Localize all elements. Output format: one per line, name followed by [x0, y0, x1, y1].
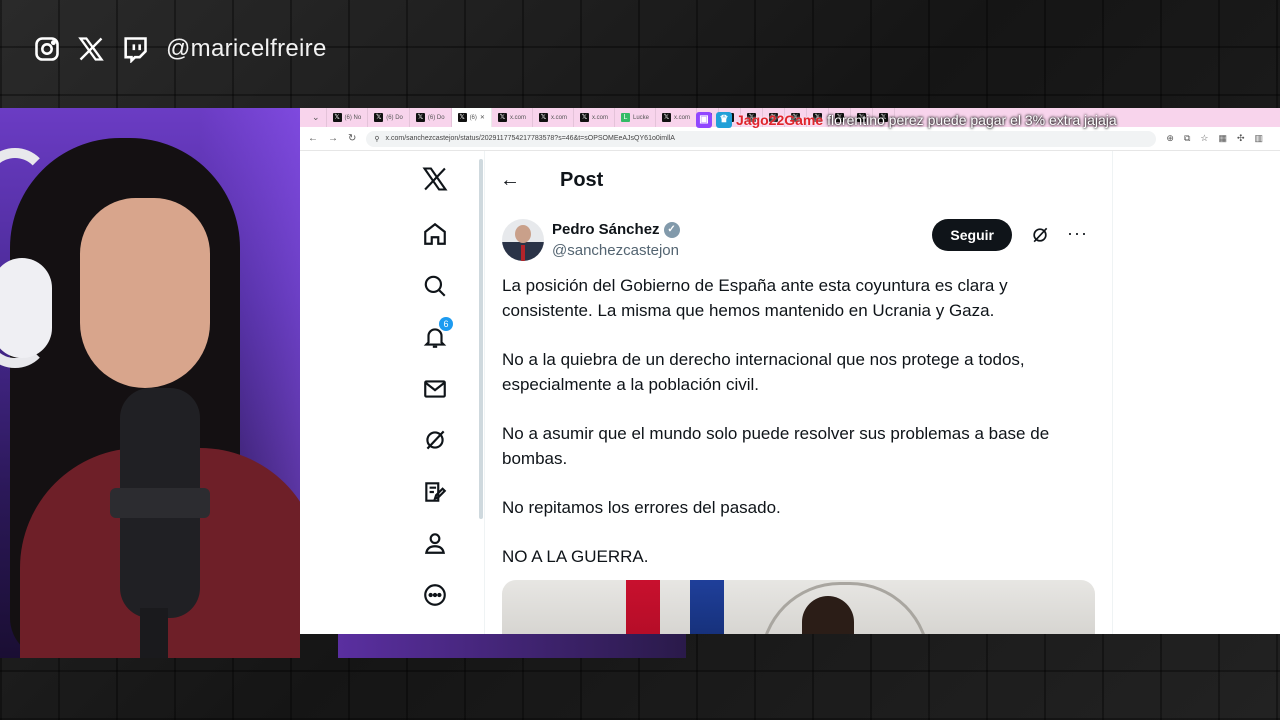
url-text: x.com/sanchezcastejon/status/20291177542…	[385, 135, 675, 142]
sidepanel-icon[interactable]: ▥	[1255, 133, 1264, 144]
instagram-icon	[32, 34, 62, 64]
spain-flag	[626, 580, 660, 634]
verified-badge-icon: ✓	[663, 221, 680, 238]
more-icon[interactable]	[415, 575, 455, 615]
webcam-border	[338, 634, 686, 658]
search-icon[interactable]	[415, 266, 455, 306]
messages-icon[interactable]	[415, 369, 455, 409]
browser-tab[interactable]: 𝕏x.com	[574, 108, 615, 127]
bookmark-star-icon[interactable]: ☆	[1200, 133, 1208, 144]
twitch-icon: ▣	[696, 112, 712, 128]
notifications-badge: 6	[439, 317, 453, 331]
browser-tab[interactable]: 𝕏x.com	[656, 108, 698, 127]
premium-icon[interactable]	[415, 472, 455, 512]
address-bar-row: ← → ↻ ⚲ x.com/sanchezcastejon/status/202…	[300, 127, 1280, 151]
more-options-icon[interactable]: ···	[1067, 223, 1088, 244]
url-field[interactable]: ⚲ x.com/sanchezcastejon/status/202911775…	[366, 130, 1157, 147]
back-icon[interactable]: ←	[308, 133, 318, 144]
grok-explain-icon[interactable]	[1030, 225, 1050, 245]
sidebar-scrollbar[interactable]	[479, 159, 483, 519]
post-text: La posición del Gobierno de España ante …	[502, 273, 1062, 593]
follow-button[interactable]: Seguir	[932, 219, 1012, 251]
post-paragraph: No a asumir que el mundo solo puede reso…	[502, 424, 1050, 468]
chat-overlay: ▣ ♛ Jago22Game florentino perez puede pa…	[696, 112, 1117, 128]
tab-search-icon[interactable]: ⌄	[306, 108, 327, 127]
browser-tab[interactable]: L Lucke	[615, 108, 656, 127]
browser-tab[interactable]: 𝕏x.com	[492, 108, 533, 127]
webcam-feed	[0, 108, 300, 658]
streamer-handle: @maricelfreire	[166, 35, 327, 62]
browser-window: ⌄ 𝕏 (6) No 𝕏 (6) Do 𝕏 (6) Do 𝕏 (6) ✕ 𝕏x.com …	[300, 108, 1280, 634]
x-page: 6 ← Post Pedro Sánchez ✓ @sanchezcastejo…	[300, 151, 1280, 634]
reload-icon[interactable]: ↻	[348, 133, 356, 144]
browser-tab[interactable]: 𝕏x.com	[533, 108, 574, 127]
profile-icon[interactable]	[415, 523, 455, 563]
column-divider	[484, 151, 485, 634]
home-icon[interactable]	[415, 214, 455, 254]
twitch-icon	[120, 34, 150, 64]
post-header: ← Post	[500, 165, 603, 195]
author-name-link[interactable]: Pedro Sánchez ✓	[552, 221, 680, 238]
browser-tab[interactable]: 𝕏 (6) No	[327, 108, 369, 127]
post-paragraph: NO A LA GUERRA.	[502, 547, 649, 566]
post-paragraph: La posición del Gobierno de España ante …	[502, 276, 1008, 320]
browser-tab[interactable]: 𝕏 (6) Do	[368, 108, 410, 127]
x-icon	[76, 34, 106, 64]
post-paragraph: No a la quiebra de un derecho internacio…	[502, 350, 1025, 394]
badge-icon: ♛	[716, 112, 732, 128]
forward-icon[interactable]: →	[328, 133, 338, 144]
browser-tab-active[interactable]: 𝕏 (6) ✕	[451, 108, 492, 127]
page-title: Post	[560, 168, 604, 191]
back-arrow-icon[interactable]: ←	[500, 169, 524, 192]
grok-icon[interactable]	[415, 420, 455, 460]
post-paragraph: No repitamos los errores del pasado.	[502, 498, 781, 517]
post-image[interactable]	[502, 580, 1095, 634]
zoom-icon[interactable]: ⊕	[1166, 133, 1174, 144]
post-author: Pedro Sánchez ✓ @sanchezcastejon Seguir …	[502, 219, 1096, 263]
extension-icon[interactable]: ▦	[1218, 133, 1227, 144]
notifications-icon[interactable]: 6	[415, 317, 455, 357]
author-name: Pedro Sánchez	[552, 221, 660, 238]
eu-flag	[690, 580, 724, 634]
column-divider	[1112, 151, 1113, 634]
chat-username: Jago22Game	[736, 112, 824, 128]
author-handle[interactable]: @sanchezcastejon	[552, 242, 679, 259]
x-sidebar: 6	[410, 151, 460, 634]
social-overlay: @maricelfreire	[32, 30, 327, 68]
install-icon[interactable]: ⧉	[1184, 133, 1190, 144]
avatar[interactable]	[502, 219, 544, 261]
chat-message: florentino perez puede pagar el 3% extra…	[827, 112, 1117, 128]
browser-toolbar: ⊕ ⧉ ☆ ▦ ✣ ▥	[1166, 133, 1263, 144]
site-info-icon[interactable]: ⚲	[374, 135, 379, 143]
extensions-puzzle-icon[interactable]: ✣	[1237, 133, 1245, 144]
x-logo-icon[interactable]	[415, 159, 455, 199]
stream-layout: @maricelfreire ⌄ 𝕏 (6) No 𝕏 (6) Do 𝕏 (6) Do…	[0, 0, 1280, 720]
browser-tab[interactable]: 𝕏 (6) Do	[410, 108, 452, 127]
